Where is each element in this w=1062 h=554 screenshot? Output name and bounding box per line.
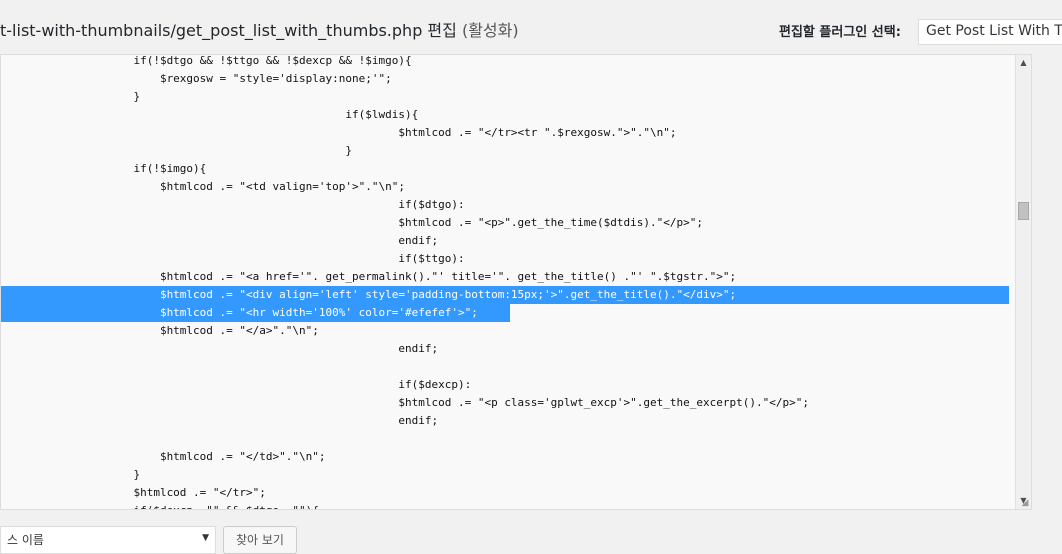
code-line[interactable]: if(!$imgo){ [1,160,206,178]
scroll-thumb[interactable] [1018,202,1029,220]
code-area[interactable]: if(!$dtgo && !$ttgo && !$dexcp && !$imgo… [1,55,1015,509]
code-line[interactable]: endif; [1,232,438,250]
code-line[interactable]: if(!$dtgo && !$ttgo && !$dexcp && !$imgo… [1,55,411,70]
code-line[interactable]: if($dexcp): [1,376,471,394]
scroll-up-arrow-icon[interactable]: ▲ [1016,55,1031,71]
chevron-down-icon: ▼ [202,533,209,543]
code-line[interactable]: if($ttgo): [1,250,464,268]
code-editor[interactable]: if(!$dtgo && !$ttgo && !$dexcp && !$imgo… [0,54,1032,510]
code-line[interactable]: endif; [1,340,438,358]
plugin-select[interactable]: Get Post List With Thumbs [918,19,1062,45]
code-line[interactable]: $htmlcod .= "</a>"."\n"; [1,322,319,340]
editor-header: t-list-with-thumbnails/get_post_list_wit… [0,0,1062,54]
file-name: t-list-with-thumbnails/get_post_list_wit… [0,21,457,40]
code-line[interactable]: $htmlcod .= "</td>"."\n"; [1,448,326,466]
file-status: (활성화) [461,21,519,40]
code-line[interactable]: $htmlcod .= "</tr><tr ".$rexgosw.">"."\n… [1,124,676,142]
documentation-select-value: 스 이름 [7,533,44,547]
code-line[interactable]: $htmlcod .= "<hr width='100%' color='#ef… [1,304,478,322]
code-line[interactable]: $htmlcod .= "<a href='". get_permalink()… [1,268,736,286]
plugin-select-label: 편집할 플러그인 선택: [779,25,901,40]
editor-bottom-bar: 스 이름 ▼ 찾아 보기 [0,522,1062,554]
code-line[interactable]: if($dtgo): [1,196,464,214]
code-line[interactable]: } [1,142,352,160]
resize-grip-icon[interactable]: ◢ [1019,497,1031,509]
code-line[interactable]: } [1,466,140,484]
code-line[interactable]: if($dexcp=="" && $dtgo==""){ [1,502,318,509]
code-line[interactable]: $htmlcod .= "<p class='gplwt_excp'>".get… [1,394,809,412]
code-line[interactable]: $htmlcod .= "</tr>"; [1,484,265,502]
code-line[interactable]: $htmlcod .= "<p>".get_the_time($dtdis)."… [1,214,703,232]
documentation-select[interactable]: 스 이름 ▼ [0,526,216,554]
code-line[interactable]: } [1,88,140,106]
page-title: t-list-with-thumbnails/get_post_list_wit… [0,17,519,41]
lookup-button[interactable]: 찾아 보기 [223,526,297,554]
vertical-scrollbar[interactable]: ▲ ▼ [1015,55,1031,509]
code-line[interactable]: $htmlcod .= "<div align='left' style='pa… [1,286,1009,304]
code-line[interactable]: if($lwdis){ [1,106,418,124]
code-line[interactable]: endif; [1,412,438,430]
code-line[interactable]: $rexgosw = "style='display:none;'"; [1,70,392,88]
code-line[interactable]: $htmlcod .= "<td valign='top'>"."\n"; [1,178,405,196]
